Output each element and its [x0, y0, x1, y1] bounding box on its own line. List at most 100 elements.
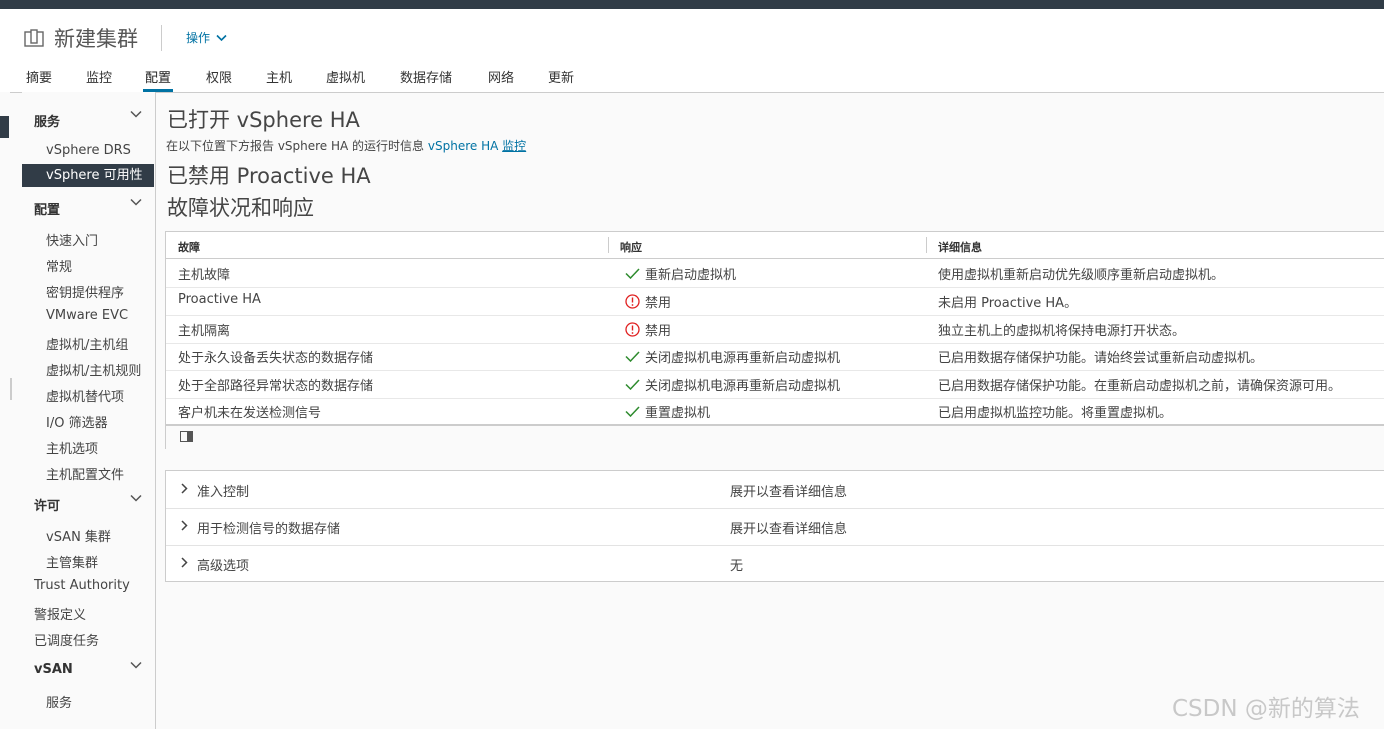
sidebar-group-services[interactable]: 服务	[34, 110, 142, 130]
sidebar-item-vm-overrides[interactable]: 虚拟机替代项	[46, 386, 124, 405]
failure-cell: 客户机未在发送检测信号	[178, 406, 322, 421]
sidebar-item-vsphere-drs[interactable]: vSphere DRS	[46, 143, 131, 158]
check-icon	[625, 406, 640, 417]
sidebar-item-host-profile[interactable]: 主机配置文件	[46, 464, 124, 483]
sidebar-group-vsan[interactable]: vSAN	[34, 661, 142, 677]
table-row[interactable]: Proactive HA 禁用 未启用 Proactive HA。	[166, 287, 1384, 316]
stack-view: 准入控制 展开以查看详细信息 用于检测信号的数据存储 展开以查看详细信息 高级选…	[165, 470, 1384, 582]
details-cell: 已启用数据存储保护功能。请始终尝试重新启动虚拟机。	[938, 351, 1264, 366]
column-header-details[interactable]: 详细信息	[938, 239, 982, 255]
stack-value: 无	[730, 559, 744, 574]
sidebar-item-trust-authority[interactable]: Trust Authority	[34, 578, 130, 593]
tab-networks[interactable]: 网络	[488, 67, 514, 92]
top-bar	[0, 0, 1384, 9]
proactive-ha-title: 已禁用 Proactive HA	[167, 164, 371, 188]
sidebar-item-vsphere-availability[interactable]: vSphere 可用性	[22, 164, 154, 187]
sidebar-item-alarm-definitions[interactable]: 警报定义	[34, 604, 86, 623]
check-icon	[625, 351, 640, 362]
failure-cell: 处于全部路径异常状态的数据存储	[178, 379, 374, 394]
grid-footer	[166, 424, 1384, 451]
details-cell: 使用虚拟机重新启动优先级顺序重新启动虚拟机。	[938, 268, 1225, 283]
table-row[interactable]: 处于永久设备丢失状态的数据存储 关闭虚拟机电源再重新启动虚拟机 已启用数据存储保…	[166, 342, 1384, 371]
tab-summary[interactable]: 摘要	[26, 67, 52, 92]
tab-updates[interactable]: 更新	[548, 67, 574, 92]
inventory-selection-marker	[0, 116, 9, 138]
failures-grid: 故障 响应 详细信息 主机故障 重新启动虚拟机 使用虚拟机重新启动优先级顺序重新…	[165, 231, 1384, 451]
chevron-right-icon	[181, 520, 188, 531]
alert-circle-icon	[625, 294, 640, 309]
response-text: 重新启动虚拟机	[645, 268, 737, 283]
failure-cell: 处于永久设备丢失状态的数据存储	[178, 351, 374, 366]
column-header-response[interactable]: 响应	[620, 239, 642, 255]
tab-datastores[interactable]: 数据存储	[400, 67, 452, 92]
column-toggle-icon[interactable]	[180, 431, 193, 442]
failure-cell: 主机故障	[178, 268, 231, 283]
sidebar-item-vsan-cluster[interactable]: vSAN 集群	[46, 526, 111, 545]
sidebar-item-io-filters[interactable]: I/O 筛选器	[46, 412, 108, 431]
table-row[interactable]: 主机故障 重新启动虚拟机 使用虚拟机重新启动优先级顺序重新启动虚拟机。	[166, 259, 1384, 288]
failure-cell: 主机隔离	[178, 324, 231, 339]
sidebar-group-label: 配置	[34, 203, 61, 218]
object-header: 新建集群 操作	[0, 9, 1384, 61]
table-row[interactable]: 客户机未在发送检测信号 重置虚拟机 已启用虚拟机监控功能。将重置虚拟机。	[166, 397, 1384, 425]
sidebar-item-vm-host-rules[interactable]: 虚拟机/主机规则	[46, 360, 141, 379]
table-row[interactable]: 处于全部路径异常状态的数据存储 关闭虚拟机电源再重新启动虚拟机 已启用数据存储保…	[166, 370, 1384, 399]
sidebar-item-quickstart[interactable]: 快速入门	[46, 230, 98, 249]
tab-permissions[interactable]: 权限	[206, 67, 232, 92]
chevron-down-icon	[216, 34, 227, 41]
object-title: 新建集群	[54, 27, 138, 51]
vsphere-ha-link[interactable]: vSphere HA	[428, 139, 498, 153]
sidebar-item-general[interactable]: 常规	[46, 256, 72, 275]
sidebar-group-configure[interactable]: 配置	[34, 198, 142, 218]
actions-menu[interactable]: 操作	[186, 29, 227, 46]
details-cell: 已启用数据存储保护功能。在重新启动虚拟机之前，请确保资源可用。	[938, 379, 1342, 394]
cluster-icon	[24, 29, 44, 47]
stack-row-heartbeat-datastores[interactable]: 用于检测信号的数据存储 展开以查看详细信息	[166, 508, 1384, 546]
chevron-down-icon	[130, 110, 142, 118]
column-resizer[interactable]	[608, 237, 609, 253]
sidebar-group-licensing[interactable]: 许可	[34, 494, 142, 514]
header-divider	[161, 25, 162, 51]
response-text: 禁用	[645, 324, 672, 339]
stack-value: 展开以查看详细信息	[730, 485, 848, 500]
response-cell: 重新启动虚拟机	[625, 264, 736, 283]
sidebar-item-vm-host-groups[interactable]: 虚拟机/主机组	[46, 334, 128, 353]
sidebar-item-host-options[interactable]: 主机选项	[46, 438, 98, 457]
response-text: 关闭虚拟机电源再重新启动虚拟机	[645, 351, 841, 366]
tab-vms[interactable]: 虚拟机	[326, 67, 365, 92]
watermark: CSDN @新的算法	[1172, 696, 1360, 722]
tab-monitor[interactable]: 监控	[86, 67, 112, 92]
table-row[interactable]: 主机隔离 禁用 独立主机上的虚拟机将保持电源打开状态。	[166, 315, 1384, 344]
chevron-down-icon	[130, 494, 142, 502]
details-cell: 独立主机上的虚拟机将保持电源打开状态。	[938, 324, 1186, 339]
splitter-handle[interactable]	[10, 378, 12, 400]
sidebar-group-label: 许可	[34, 499, 61, 514]
sidebar-item-vmware-evc[interactable]: VMware EVC	[46, 308, 128, 323]
tab-hosts[interactable]: 主机	[266, 67, 292, 92]
sidebar-item-scheduled-tasks[interactable]: 已调度任务	[34, 630, 99, 649]
column-resizer[interactable]	[926, 237, 927, 253]
chevron-right-icon	[181, 483, 188, 494]
response-cell: 关闭虚拟机电源再重新启动虚拟机	[625, 375, 840, 394]
details-cell: 已启用虚拟机监控功能。将重置虚拟机。	[938, 406, 1173, 421]
actions-label: 操作	[186, 31, 211, 45]
sidebar-item-key-providers[interactable]: 密钥提供程序	[46, 282, 124, 301]
tab-configure[interactable]: 配置	[143, 67, 174, 92]
grid-header: 故障 响应 详细信息	[166, 232, 1384, 259]
failures-section-title: 故障状况和响应	[167, 196, 314, 220]
column-header-failure[interactable]: 故障	[178, 239, 200, 255]
response-text: 禁用	[645, 296, 672, 311]
stack-label: 准入控制	[197, 485, 250, 500]
stack-label: 高级选项	[197, 559, 250, 574]
stack-row-advanced-options[interactable]: 高级选项 无	[166, 545, 1384, 582]
check-icon	[625, 268, 640, 279]
response-text: 重置虚拟机	[645, 406, 711, 421]
stack-row-admission-control[interactable]: 准入控制 展开以查看详细信息	[166, 471, 1384, 509]
sidebar-item-vsan-services[interactable]: 服务	[46, 692, 72, 711]
chevron-down-icon	[130, 198, 142, 206]
left-gutter	[0, 92, 10, 729]
stack-value: 展开以查看详细信息	[730, 522, 848, 537]
sidebar-item-supervisor-cluster[interactable]: 主管集群	[46, 552, 98, 571]
sidebar-group-label: vSAN	[34, 662, 73, 677]
monitor-link[interactable]: 监控	[502, 139, 526, 153]
